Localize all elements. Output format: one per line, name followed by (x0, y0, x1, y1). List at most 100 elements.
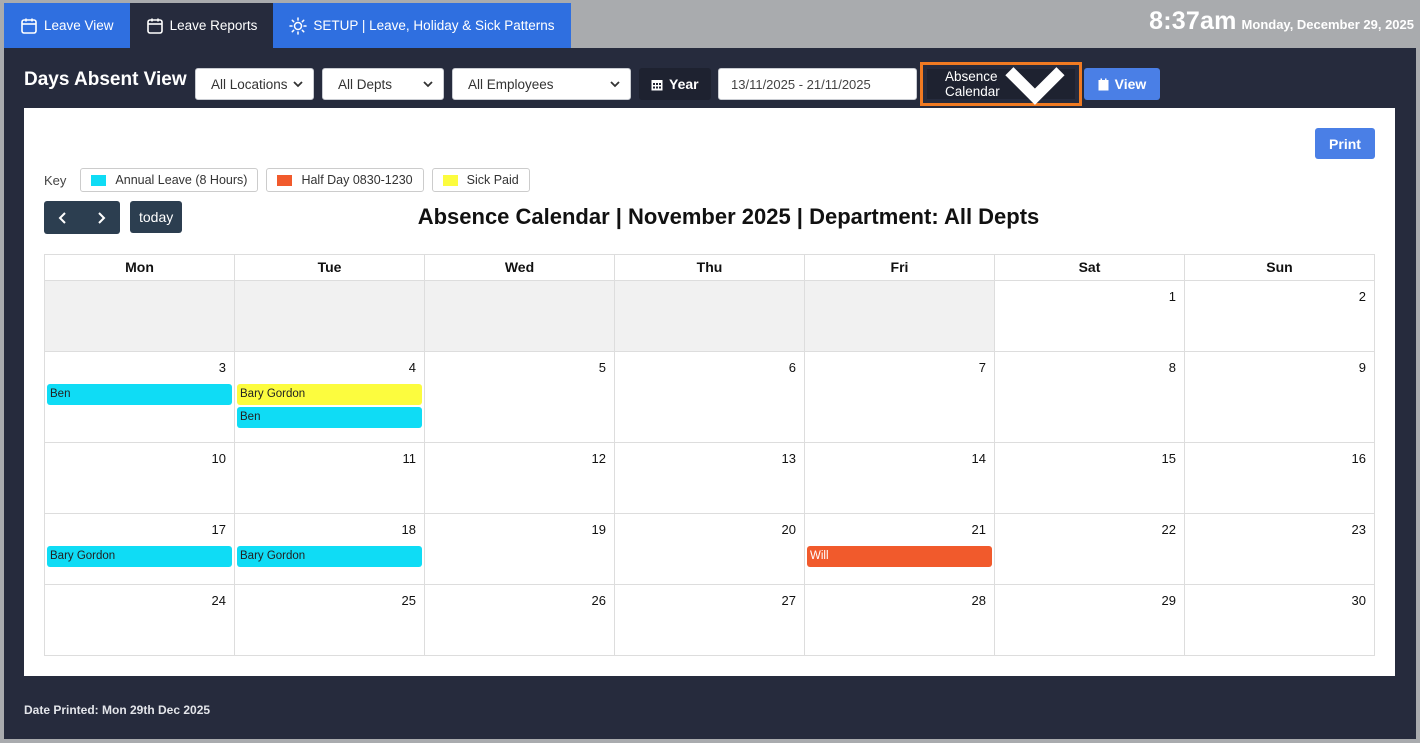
absence-event[interactable]: Will (807, 546, 992, 567)
day-number[interactable]: 3 (219, 360, 226, 375)
absence-event[interactable]: Bary Gordon (47, 546, 232, 567)
print-button[interactable]: Print (1315, 128, 1375, 159)
absence-event[interactable]: Ben (237, 407, 422, 428)
day-number[interactable]: 16 (1352, 451, 1366, 466)
day-number[interactable]: 10 (212, 451, 226, 466)
calendar-day-cell[interactable]: 8 (995, 352, 1185, 443)
calendar-day-cell[interactable]: 28 (805, 585, 995, 656)
prev-month-button[interactable] (44, 201, 82, 234)
view-button[interactable]: View (1084, 68, 1160, 100)
calendar-day-cell[interactable]: 6 (615, 352, 805, 443)
legend-key: Key Annual Leave (8 Hours) Half Day 0830… (44, 168, 530, 192)
day-number[interactable]: 9 (1359, 360, 1366, 375)
view-type-select[interactable]: Absence Calendar (927, 67, 1075, 105)
absence-event[interactable]: Bary Gordon (237, 546, 422, 567)
calendar-day-cell[interactable]: 12 (425, 443, 615, 514)
calendar-day-cell[interactable]: 2 (1185, 281, 1375, 352)
day-number[interactable]: 6 (789, 360, 796, 375)
calendar-day-cell[interactable]: 17 Bary Gordon (45, 514, 235, 585)
weekday-header: Mon (45, 255, 235, 281)
calendar-day-cell[interactable]: 18 Bary Gordon (235, 514, 425, 585)
day-number[interactable]: 23 (1352, 522, 1366, 537)
view-button-label: View (1114, 76, 1147, 92)
calendar-day-cell[interactable]: 10 (45, 443, 235, 514)
department-select[interactable]: All Depts (322, 68, 444, 100)
day-number[interactable]: 14 (972, 451, 986, 466)
weekday-header: Tue (235, 255, 425, 281)
day-number[interactable]: 12 (592, 451, 606, 466)
calendar-day-cell[interactable]: 16 (1185, 443, 1375, 514)
calendar-day-cell[interactable]: 23 (1185, 514, 1375, 585)
calendar-icon (21, 18, 37, 34)
day-number[interactable]: 15 (1162, 451, 1176, 466)
absence-event[interactable]: Ben (47, 384, 232, 405)
day-number[interactable]: 11 (403, 451, 417, 466)
date-range-input[interactable]: 13/11/2025 - 21/11/2025 (718, 68, 917, 100)
calendar-weeks: 1 2 3 Ben 4 Bary Gordon Ben 5 6 7 8 9 10 11 12 13 14 15 16… (45, 281, 1375, 656)
calendar-day-cell[interactable] (805, 281, 995, 352)
clock-date: Monday, December 29, 2025 (1241, 17, 1414, 32)
location-select[interactable]: All Locations (195, 68, 314, 100)
absence-event[interactable]: Bary Gordon (237, 384, 422, 405)
calendar-day-cell[interactable]: 19 (425, 514, 615, 585)
chevron-left-icon (58, 211, 66, 224)
day-number[interactable]: 21 (972, 522, 986, 537)
day-number[interactable]: 22 (1162, 522, 1176, 537)
calendar-day-cell[interactable]: 27 (615, 585, 805, 656)
day-number[interactable]: 1 (1169, 289, 1176, 304)
day-number[interactable]: 4 (409, 360, 416, 375)
day-number[interactable]: 19 (592, 522, 606, 537)
calendar-day-cell[interactable]: 5 (425, 352, 615, 443)
next-month-button[interactable] (82, 201, 120, 234)
calendar-day-cell[interactable]: 24 (45, 585, 235, 656)
day-number[interactable]: 5 (599, 360, 606, 375)
calendar-day-cell[interactable]: 22 (995, 514, 1185, 585)
calendar-day-cell[interactable]: 25 (235, 585, 425, 656)
day-number[interactable]: 29 (1162, 593, 1176, 608)
toolbar: Days Absent View All Locations All Depts… (4, 48, 1416, 108)
calendar-day-cell[interactable]: 13 (615, 443, 805, 514)
calendar-day-cell[interactable]: 7 (805, 352, 995, 443)
day-number[interactable]: 8 (1169, 360, 1176, 375)
calendar-day-cell[interactable]: 30 (1185, 585, 1375, 656)
day-number[interactable]: 28 (972, 593, 986, 608)
employee-select[interactable]: All Employees (452, 68, 631, 100)
calendar-icon (651, 79, 663, 90)
day-number[interactable]: 17 (212, 522, 226, 537)
tab-leave-reports[interactable]: Leave Reports (129, 3, 274, 48)
calendar-day-cell[interactable] (45, 281, 235, 352)
calendar-day-cell[interactable] (235, 281, 425, 352)
calendar-day-cell[interactable]: 15 (995, 443, 1185, 514)
day-number[interactable]: 13 (782, 451, 796, 466)
calendar-day-cell[interactable]: 11 (235, 443, 425, 514)
tab-label: Leave View (44, 18, 114, 33)
day-number[interactable]: 24 (212, 593, 226, 608)
day-number[interactable]: 20 (782, 522, 796, 537)
calendar-day-cell[interactable]: 4 Bary Gordon Ben (235, 352, 425, 443)
calendar-day-cell[interactable]: 3 Ben (45, 352, 235, 443)
key-swatch (91, 174, 107, 186)
tab-leave-view[interactable]: Leave View (4, 3, 130, 48)
day-number[interactable]: 7 (979, 360, 986, 375)
view-type-highlight: Absence Calendar (920, 62, 1082, 106)
year-button[interactable]: Year (639, 68, 711, 100)
calendar-day-cell[interactable] (615, 281, 805, 352)
day-number[interactable]: 25 (402, 593, 416, 608)
day-number[interactable]: 26 (592, 593, 606, 608)
day-number[interactable]: 2 (1359, 289, 1366, 304)
day-number[interactable]: 18 (402, 522, 416, 537)
weekday-header: Thu (615, 255, 805, 281)
tab-setup[interactable]: SETUP | Leave, Holiday & Sick Patterns (273, 3, 571, 48)
calendar-day-cell[interactable]: 14 (805, 443, 995, 514)
calendar-day-cell[interactable]: 21 Will (805, 514, 995, 585)
calendar-day-cell[interactable] (425, 281, 615, 352)
calendar-day-cell[interactable]: 26 (425, 585, 615, 656)
calendar-day-cell[interactable]: 9 (1185, 352, 1375, 443)
calendar-day-cell[interactable]: 1 (995, 281, 1185, 352)
day-number[interactable]: 30 (1352, 593, 1366, 608)
calendar-day-cell[interactable]: 29 (995, 585, 1185, 656)
today-button[interactable]: today (130, 201, 183, 233)
calendar-day-cell[interactable]: 20 (615, 514, 805, 585)
day-number[interactable]: 27 (782, 593, 796, 608)
weekday-header-row: Mon Tue Wed Thu Fri Sat Sun (45, 255, 1375, 281)
